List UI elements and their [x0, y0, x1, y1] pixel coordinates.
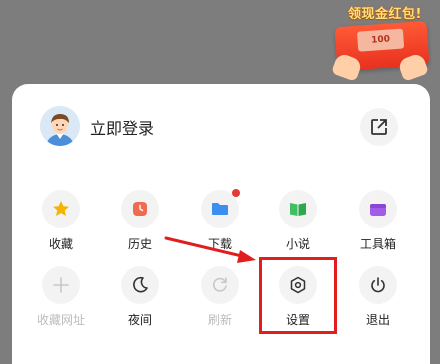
annotation-arrow: [164, 236, 256, 263]
settings-highlight-box: [259, 257, 337, 334]
